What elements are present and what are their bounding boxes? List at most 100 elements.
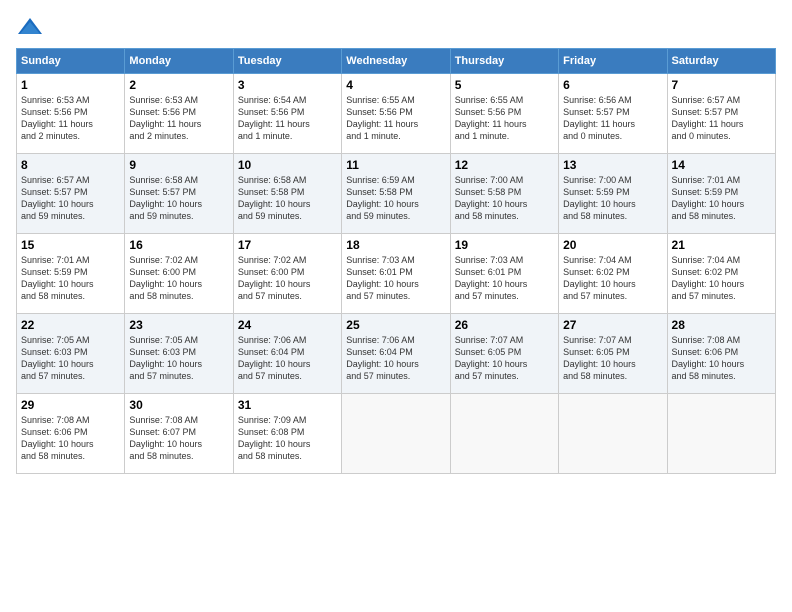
day-number: 3 [238, 78, 337, 92]
day-number: 20 [563, 238, 662, 252]
calendar-cell [559, 394, 667, 474]
day-info: Sunrise: 6:53 AMSunset: 5:56 PMDaylight:… [21, 94, 120, 143]
day-number: 10 [238, 158, 337, 172]
day-number: 23 [129, 318, 228, 332]
calendar-cell: 18 Sunrise: 7:03 AMSunset: 6:01 PMDayligh… [342, 234, 450, 314]
day-info: Sunrise: 6:55 AMSunset: 5:56 PMDaylight:… [346, 94, 445, 143]
day-number: 1 [21, 78, 120, 92]
calendar-week-1: 1 Sunrise: 6:53 AMSunset: 5:56 PMDaylight… [17, 74, 776, 154]
weekday-header-friday: Friday [559, 49, 667, 74]
day-info: Sunrise: 7:03 AMSunset: 6:01 PMDaylight:… [455, 254, 554, 303]
day-number: 12 [455, 158, 554, 172]
day-number: 29 [21, 398, 120, 412]
calendar-week-2: 8 Sunrise: 6:57 AMSunset: 5:57 PMDaylight… [17, 154, 776, 234]
day-number: 27 [563, 318, 662, 332]
day-number: 16 [129, 238, 228, 252]
day-number: 11 [346, 158, 445, 172]
day-info: Sunrise: 7:00 AMSunset: 5:58 PMDaylight:… [455, 174, 554, 223]
calendar-cell: 23Sunrise: 7:05 AMSunset: 6:03 PMDayligh… [125, 314, 233, 394]
day-info: Sunrise: 7:02 AMSunset: 6:00 PMDaylight:… [129, 254, 228, 303]
day-info: Sunrise: 6:59 AMSunset: 5:58 PMDaylight:… [346, 174, 445, 223]
calendar-cell: 17Sunrise: 7:02 AMSunset: 6:00 PMDayligh… [233, 234, 341, 314]
calendar-cell: 5 Sunrise: 6:55 AMSunset: 5:56 PMDaylight… [450, 74, 558, 154]
weekday-header-thursday: Thursday [450, 49, 558, 74]
day-info: Sunrise: 6:57 AMSunset: 5:57 PMDaylight:… [21, 174, 120, 223]
day-info: Sunrise: 7:03 AMSunset: 6:01 PMDaylight:… [346, 254, 445, 303]
day-number: 24 [238, 318, 337, 332]
day-number: 14 [672, 158, 771, 172]
day-number: 22 [21, 318, 120, 332]
calendar-cell: 24 Sunrise: 7:06 AMSunset: 6:04 PMDayligh… [233, 314, 341, 394]
calendar-cell: 20 Sunrise: 7:04 AMSunset: 6:02 PMDayligh… [559, 234, 667, 314]
day-number: 15 [21, 238, 120, 252]
day-number: 21 [672, 238, 771, 252]
day-info: Sunrise: 6:55 AMSunset: 5:56 PMDaylight:… [455, 94, 554, 143]
calendar-cell: 27 Sunrise: 7:07 AMSunset: 6:05 PMDayligh… [559, 314, 667, 394]
day-number: 30 [129, 398, 228, 412]
day-number: 13 [563, 158, 662, 172]
calendar-cell: 22 Sunrise: 7:05 AMSunset: 6:03 PMDayligh… [17, 314, 125, 394]
calendar-cell: 29 Sunrise: 7:08 AMSunset: 6:06 PMDayligh… [17, 394, 125, 474]
calendar-cell: 8 Sunrise: 6:57 AMSunset: 5:57 PMDaylight… [17, 154, 125, 234]
calendar-cell: 12 Sunrise: 7:00 AMSunset: 5:58 PMDayligh… [450, 154, 558, 234]
calendar-cell: 4Sunrise: 6:55 AMSunset: 5:56 PMDaylight… [342, 74, 450, 154]
weekday-header-tuesday: Tuesday [233, 49, 341, 74]
day-number: 8 [21, 158, 120, 172]
day-number: 5 [455, 78, 554, 92]
calendar-week-4: 22 Sunrise: 7:05 AMSunset: 6:03 PMDayligh… [17, 314, 776, 394]
weekday-header-wednesday: Wednesday [342, 49, 450, 74]
day-number: 18 [346, 238, 445, 252]
calendar-cell: 28 Sunrise: 7:08 AMSunset: 6:06 PMDayligh… [667, 314, 775, 394]
logo [16, 16, 48, 38]
day-info: Sunrise: 6:57 AMSunset: 5:57 PMDaylight:… [672, 94, 771, 143]
day-number: 9 [129, 158, 228, 172]
day-info: Sunrise: 6:53 AMSunset: 5:56 PMDaylight:… [129, 94, 228, 143]
day-number: 19 [455, 238, 554, 252]
day-number: 25 [346, 318, 445, 332]
day-number: 26 [455, 318, 554, 332]
calendar-cell: 31Sunrise: 7:09 AMSunset: 6:08 PMDayligh… [233, 394, 341, 474]
day-info: Sunrise: 7:07 AMSunset: 6:05 PMDaylight:… [455, 334, 554, 383]
day-info: Sunrise: 6:58 AMSunset: 5:58 PMDaylight:… [238, 174, 337, 223]
weekday-header-sunday: Sunday [17, 49, 125, 74]
calendar-table: SundayMondayTuesdayWednesdayThursdayFrid… [16, 48, 776, 474]
day-info: Sunrise: 7:08 AMSunset: 6:06 PMDaylight:… [672, 334, 771, 383]
day-info: Sunrise: 7:01 AMSunset: 5:59 PMDaylight:… [21, 254, 120, 303]
calendar-week-5: 29 Sunrise: 7:08 AMSunset: 6:06 PMDayligh… [17, 394, 776, 474]
page-header [16, 16, 776, 38]
day-info: Sunrise: 7:08 AMSunset: 6:06 PMDaylight:… [21, 414, 120, 463]
weekday-header-saturday: Saturday [667, 49, 775, 74]
calendar-cell: 11 Sunrise: 6:59 AMSunset: 5:58 PMDayligh… [342, 154, 450, 234]
calendar-cell: 25 Sunrise: 7:06 AMSunset: 6:04 PMDayligh… [342, 314, 450, 394]
calendar-cell: 19 Sunrise: 7:03 AMSunset: 6:01 PMDayligh… [450, 234, 558, 314]
day-number: 17 [238, 238, 337, 252]
calendar-cell: 30 Sunrise: 7:08 AMSunset: 6:07 PMDayligh… [125, 394, 233, 474]
day-info: Sunrise: 7:05 AMSunset: 6:03 PMDaylight:… [21, 334, 120, 383]
day-number: 7 [672, 78, 771, 92]
calendar-cell: 15 Sunrise: 7:01 AMSunset: 5:59 PMDayligh… [17, 234, 125, 314]
day-info: Sunrise: 7:08 AMSunset: 6:07 PMDaylight:… [129, 414, 228, 463]
calendar-cell: 6 Sunrise: 6:56 AMSunset: 5:57 PMDaylight… [559, 74, 667, 154]
calendar-cell: 16 Sunrise: 7:02 AMSunset: 6:00 PMDayligh… [125, 234, 233, 314]
day-info: Sunrise: 7:01 AMSunset: 5:59 PMDaylight:… [672, 174, 771, 223]
day-info: Sunrise: 7:07 AMSunset: 6:05 PMDaylight:… [563, 334, 662, 383]
calendar-cell: 21 Sunrise: 7:04 AMSunset: 6:02 PMDayligh… [667, 234, 775, 314]
day-number: 6 [563, 78, 662, 92]
day-info: Sunrise: 7:00 AMSunset: 5:59 PMDaylight:… [563, 174, 662, 223]
day-info: Sunrise: 7:04 AMSunset: 6:02 PMDaylight:… [563, 254, 662, 303]
calendar-cell: 9Sunrise: 6:58 AMSunset: 5:57 PMDaylight… [125, 154, 233, 234]
logo-icon [16, 16, 44, 38]
calendar-cell: 2 Sunrise: 6:53 AMSunset: 5:56 PMDaylight… [125, 74, 233, 154]
day-number: 28 [672, 318, 771, 332]
calendar-cell: 7 Sunrise: 6:57 AMSunset: 5:57 PMDaylight… [667, 74, 775, 154]
weekday-header-monday: Monday [125, 49, 233, 74]
day-number: 2 [129, 78, 228, 92]
day-info: Sunrise: 6:56 AMSunset: 5:57 PMDaylight:… [563, 94, 662, 143]
day-info: Sunrise: 7:06 AMSunset: 6:04 PMDaylight:… [346, 334, 445, 383]
day-info: Sunrise: 7:04 AMSunset: 6:02 PMDaylight:… [672, 254, 771, 303]
calendar-week-3: 15 Sunrise: 7:01 AMSunset: 5:59 PMDayligh… [17, 234, 776, 314]
calendar-cell [667, 394, 775, 474]
calendar-cell [342, 394, 450, 474]
day-info: Sunrise: 7:06 AMSunset: 6:04 PMDaylight:… [238, 334, 337, 383]
day-number: 31 [238, 398, 337, 412]
